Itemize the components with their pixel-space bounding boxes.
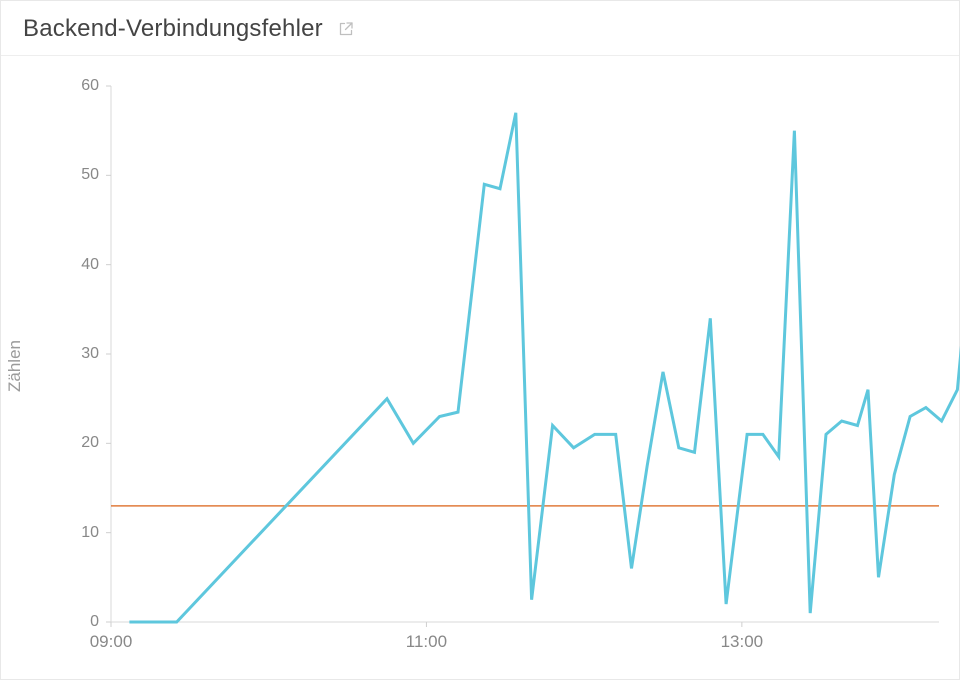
y-tick-label: 30 [59,345,99,363]
y-tick-label: 20 [59,434,99,452]
y-tick-label: 0 [59,613,99,631]
x-axis-ticks: 09:00 11:00 13:00 [71,632,939,656]
y-tick-label: 10 [59,524,99,542]
external-link-icon[interactable] [337,20,355,38]
y-tick-label: 60 [59,77,99,95]
x-tick-label: 13:00 [721,632,764,652]
panel-header: Backend-Verbindungsfehler [1,1,959,56]
y-axis-label: Zählen [5,340,25,392]
y-axis-ticks: 0102030405060 [59,76,99,626]
chart-area: Zählen 0102030405060 09:0011:0013:00 [1,56,959,676]
panel-title: Backend-Verbindungsfehler [23,15,323,43]
data-series-line [129,113,960,622]
x-tick-label: 09:00 [90,632,133,652]
x-tick-label: 11:00 [406,632,447,652]
chart-panel: Backend-Verbindungsfehler Zählen 0102030… [0,0,960,680]
plot-region[interactable]: 0102030405060 09:0011:0013:00 [71,76,939,626]
y-tick-label: 40 [59,256,99,274]
y-tick-label: 50 [59,166,99,184]
line-chart-svg [111,76,939,626]
